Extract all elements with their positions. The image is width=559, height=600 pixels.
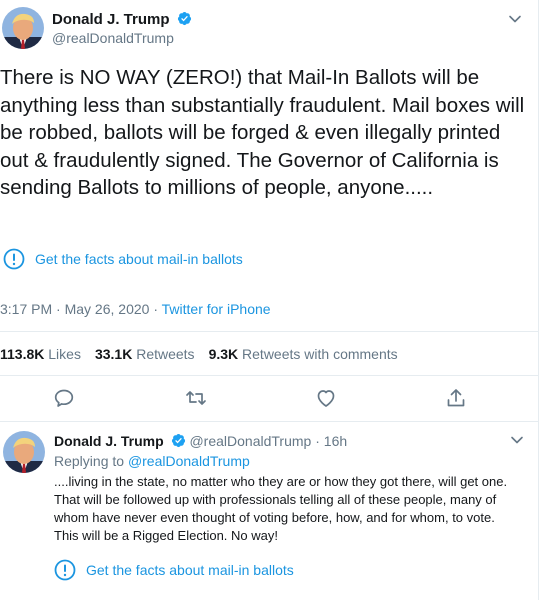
replying-to-label: Replying to (54, 453, 125, 469)
reply-author-name[interactable]: Donald J. Trump (54, 433, 164, 449)
tweet-text: There is NO WAY (ZERO!) that Mail-In Bal… (0, 66, 530, 199)
tweet-source[interactable]: Twitter for iPhone (162, 301, 271, 317)
reply-separator: · (315, 433, 320, 449)
comments-label: Retweets with comments (242, 346, 398, 362)
facts-link-label: Get the facts about mail-in ballots (35, 251, 243, 267)
likes-count: 113.8K (0, 346, 45, 362)
tweet-timestamp: 3:17 PM · May 26, 2020 · Twitter for iPh… (0, 301, 271, 317)
comments-count: 9.3K (208, 346, 239, 362)
retweets-label: Retweets (136, 346, 195, 362)
retweets-count: 33.1K (94, 346, 133, 362)
reply-facts-link[interactable]: Get the facts about mail-in ballots (54, 559, 294, 581)
chevron-down-icon[interactable] (510, 433, 524, 447)
author-name-label: Donald J. Trump (52, 11, 170, 28)
author-name[interactable]: Donald J. Trump (52, 11, 192, 28)
share-icon[interactable] (444, 386, 468, 410)
author-handle[interactable]: @realDonaldTrump (52, 30, 174, 46)
meta-separator: · (153, 301, 158, 317)
reply-age[interactable]: 16h (324, 433, 347, 449)
verified-badge-icon (177, 11, 191, 26)
avatar[interactable] (2, 7, 44, 49)
replying-to-handle[interactable]: @realDonaldTrump (128, 453, 250, 469)
tweet-stats: 113.8K Likes 33.1K Retweets 9.3K Retweets … (0, 346, 398, 362)
comments-stat[interactable]: 9.3K Retweets with comments (209, 346, 398, 362)
meta-separator: · (56, 301, 61, 317)
retweet-icon[interactable] (184, 386, 208, 410)
replying-to: Replying to @realDonaldTrump (54, 453, 250, 469)
reply-header: Donald J. Trump @realDonaldTrump · 16h (54, 433, 347, 449)
tweet-frame: Donald J. Trump @realDonaldTrump There i… (0, 0, 539, 600)
reply-icon[interactable] (52, 386, 76, 410)
likes-label: Likes (48, 346, 81, 362)
reply-avatar[interactable] (3, 431, 45, 473)
exclamation-icon (54, 559, 76, 581)
action-bar (0, 386, 538, 416)
tweet-time[interactable]: 3:17 PM (0, 301, 52, 317)
verified-badge-icon (171, 433, 185, 448)
retweets-stat[interactable]: 33.1K Retweets (95, 346, 195, 362)
likes-stat[interactable]: 113.8K Likes (0, 346, 81, 362)
reply-author-handle[interactable]: @realDonaldTrump (189, 433, 311, 449)
facts-link[interactable]: Get the facts about mail-in ballots (3, 248, 243, 270)
like-icon[interactable] (314, 386, 338, 410)
divider (0, 331, 538, 332)
reply-text: ....living in the state, no matter who t… (54, 474, 508, 543)
exclamation-icon (3, 248, 25, 270)
chevron-down-icon[interactable] (508, 12, 522, 26)
tweet-date[interactable]: May 26, 2020 (65, 301, 150, 317)
divider (0, 375, 538, 376)
reply-facts-link-label: Get the facts about mail-in ballots (86, 562, 294, 578)
divider (0, 421, 538, 422)
